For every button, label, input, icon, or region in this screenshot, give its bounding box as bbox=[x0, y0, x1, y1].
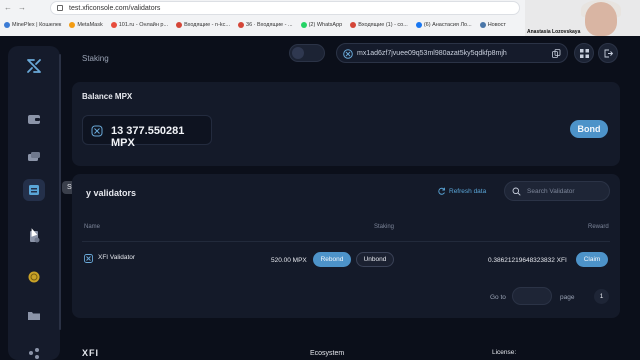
balance-card: Balance MPX 13 377.550281 MPX Bond bbox=[72, 82, 620, 166]
mpx-token-icon bbox=[91, 125, 103, 137]
xfi-logo-icon[interactable] bbox=[26, 58, 42, 74]
search-input[interactable] bbox=[527, 187, 607, 195]
logout-button[interactable] bbox=[598, 43, 618, 63]
footer-logo[interactable]: XFI bbox=[82, 348, 99, 358]
bookmark-label: Входящие (1) - co... bbox=[358, 22, 408, 28]
bookmark-label: (6) Анастасия Ло... bbox=[423, 22, 472, 28]
current-page-button[interactable]: 1 bbox=[594, 289, 609, 304]
refresh-data-button[interactable]: Refresh data bbox=[438, 187, 486, 195]
column-header-staking: Staking bbox=[374, 224, 395, 230]
bookmark-favicon-icon bbox=[350, 22, 357, 28]
bookmark-favicon-icon bbox=[300, 22, 307, 28]
bookmark-label: 36 · Входящие - ... bbox=[246, 22, 293, 28]
balance-box: 13 377.550281 MPX bbox=[82, 115, 212, 149]
bookmark-item[interactable]: MetaMask bbox=[69, 22, 103, 28]
reward-amount: 0.38621219648323832 XFI bbox=[488, 257, 567, 264]
sidebar bbox=[8, 46, 60, 360]
page-label: page bbox=[560, 294, 575, 301]
url-text: test.xficonsole.com/validators bbox=[69, 4, 161, 12]
browser-nav: ← → bbox=[4, 3, 26, 12]
apps-grid-button[interactable] bbox=[574, 43, 594, 63]
theme-toggle[interactable] bbox=[289, 44, 325, 62]
validator-icon bbox=[84, 254, 93, 263]
sidebar-scrollbar[interactable] bbox=[59, 54, 61, 330]
moon-icon bbox=[292, 47, 304, 59]
bookmark-item[interactable]: (6) Анастасия Ло... bbox=[415, 22, 472, 28]
refresh-icon bbox=[438, 187, 445, 195]
bookmark-item[interactable]: MinePlex | Кошелек bbox=[4, 22, 61, 28]
transfer-icon[interactable] bbox=[27, 150, 41, 164]
folder-icon[interactable] bbox=[27, 308, 41, 322]
wallet-address: mx1ad6zf7jvuee09q53ml980azat5ky5qdkfp8mj… bbox=[357, 49, 507, 57]
staking-icon[interactable] bbox=[27, 183, 41, 197]
bookmark-label: (2) WhatsApp bbox=[308, 22, 343, 28]
bookmark-label: Новост bbox=[487, 22, 506, 28]
webcam-overlay: Anastasia Lozovskaya bbox=[525, 0, 640, 36]
column-header-reward: Reward bbox=[588, 224, 609, 230]
wallet-icon[interactable] bbox=[27, 112, 41, 126]
back-icon[interactable]: ← bbox=[4, 3, 12, 12]
balance-value: 13 377.550281 MPX bbox=[111, 125, 185, 149]
bookmark-label: Входящие - n-kc... bbox=[184, 22, 231, 28]
bookmark-item[interactable]: Новост bbox=[479, 22, 506, 28]
coin-icon[interactable] bbox=[27, 270, 41, 284]
search-icon bbox=[512, 187, 521, 196]
search-validator-field[interactable] bbox=[504, 181, 610, 201]
goto-page-input[interactable] bbox=[512, 287, 552, 305]
bookmark-item[interactable]: Входящие (1) - co... bbox=[350, 22, 408, 28]
bookmark-favicon-icon bbox=[4, 22, 10, 28]
unbond-button[interactable]: Unbond bbox=[356, 252, 394, 267]
bookmark-favicon-icon bbox=[238, 22, 245, 28]
validator-name[interactable]: XFI Validator bbox=[98, 254, 135, 261]
wallet-address-field[interactable]: mx1ad6zf7jvuee09q53ml980azat5ky5qdkfp8mj… bbox=[336, 43, 568, 63]
network-icon[interactable] bbox=[27, 346, 41, 360]
bookmark-item[interactable]: 101.ru - Онлайн р... bbox=[110, 22, 169, 28]
staked-amount: 520.00 MPX bbox=[271, 257, 307, 264]
bookmark-favicon-icon bbox=[110, 22, 117, 28]
webcam-name: Anastasia Lozovskaya bbox=[527, 29, 581, 35]
lock-icon bbox=[57, 5, 63, 11]
goto-label: Go to bbox=[490, 294, 506, 301]
xfi-wallet-icon bbox=[343, 49, 353, 59]
bond-button[interactable]: Bond bbox=[570, 120, 608, 138]
column-header-name: Name bbox=[84, 224, 101, 230]
footer-ecosystem-heading: Ecosystem bbox=[310, 350, 345, 357]
app-root: Staking Staking mx1ad6zf7jvuee09q53ml980… bbox=[0, 36, 640, 360]
bookmark-favicon-icon bbox=[415, 22, 422, 28]
webcam-face bbox=[585, 2, 617, 36]
bookmark-item[interactable]: 36 · Входящие - ... bbox=[238, 22, 293, 28]
bookmark-favicon-icon bbox=[176, 22, 183, 28]
address-bar[interactable]: test.xficonsole.com/validators bbox=[50, 1, 520, 15]
footer-license-heading: License: bbox=[492, 349, 517, 356]
bookmark-label: 101.ru - Онлайн р... bbox=[118, 22, 169, 28]
balance-label: Balance MPX bbox=[82, 92, 133, 101]
copy-icon[interactable] bbox=[552, 49, 561, 58]
logout-icon bbox=[604, 49, 613, 58]
bookmark-item[interactable]: Входящие - n-kc... bbox=[176, 22, 230, 28]
validators-card: y validators Refresh data Name Staking R… bbox=[72, 174, 620, 318]
bookmark-favicon-icon bbox=[69, 22, 76, 28]
grid-icon bbox=[580, 49, 589, 58]
table-divider bbox=[82, 241, 610, 242]
claim-button[interactable]: Claim bbox=[576, 252, 608, 267]
bookmark-favicon-icon bbox=[479, 22, 486, 28]
bookmark-label: MinePlex | Кошелек bbox=[12, 22, 62, 28]
validators-title: y validators bbox=[86, 188, 137, 198]
bookmarks-bar: MinePlex | Кошелек MetaMask 101.ru - Онлай… bbox=[0, 18, 530, 32]
rebond-button[interactable]: Rebond bbox=[313, 252, 351, 267]
page-title: Staking bbox=[82, 54, 109, 63]
forward-icon[interactable]: → bbox=[18, 3, 26, 12]
refresh-label: Refresh data bbox=[449, 187, 487, 195]
bookmark-label: MetaMask bbox=[77, 22, 103, 28]
bookmark-item[interactable]: (2) WhatsApp bbox=[300, 22, 343, 28]
